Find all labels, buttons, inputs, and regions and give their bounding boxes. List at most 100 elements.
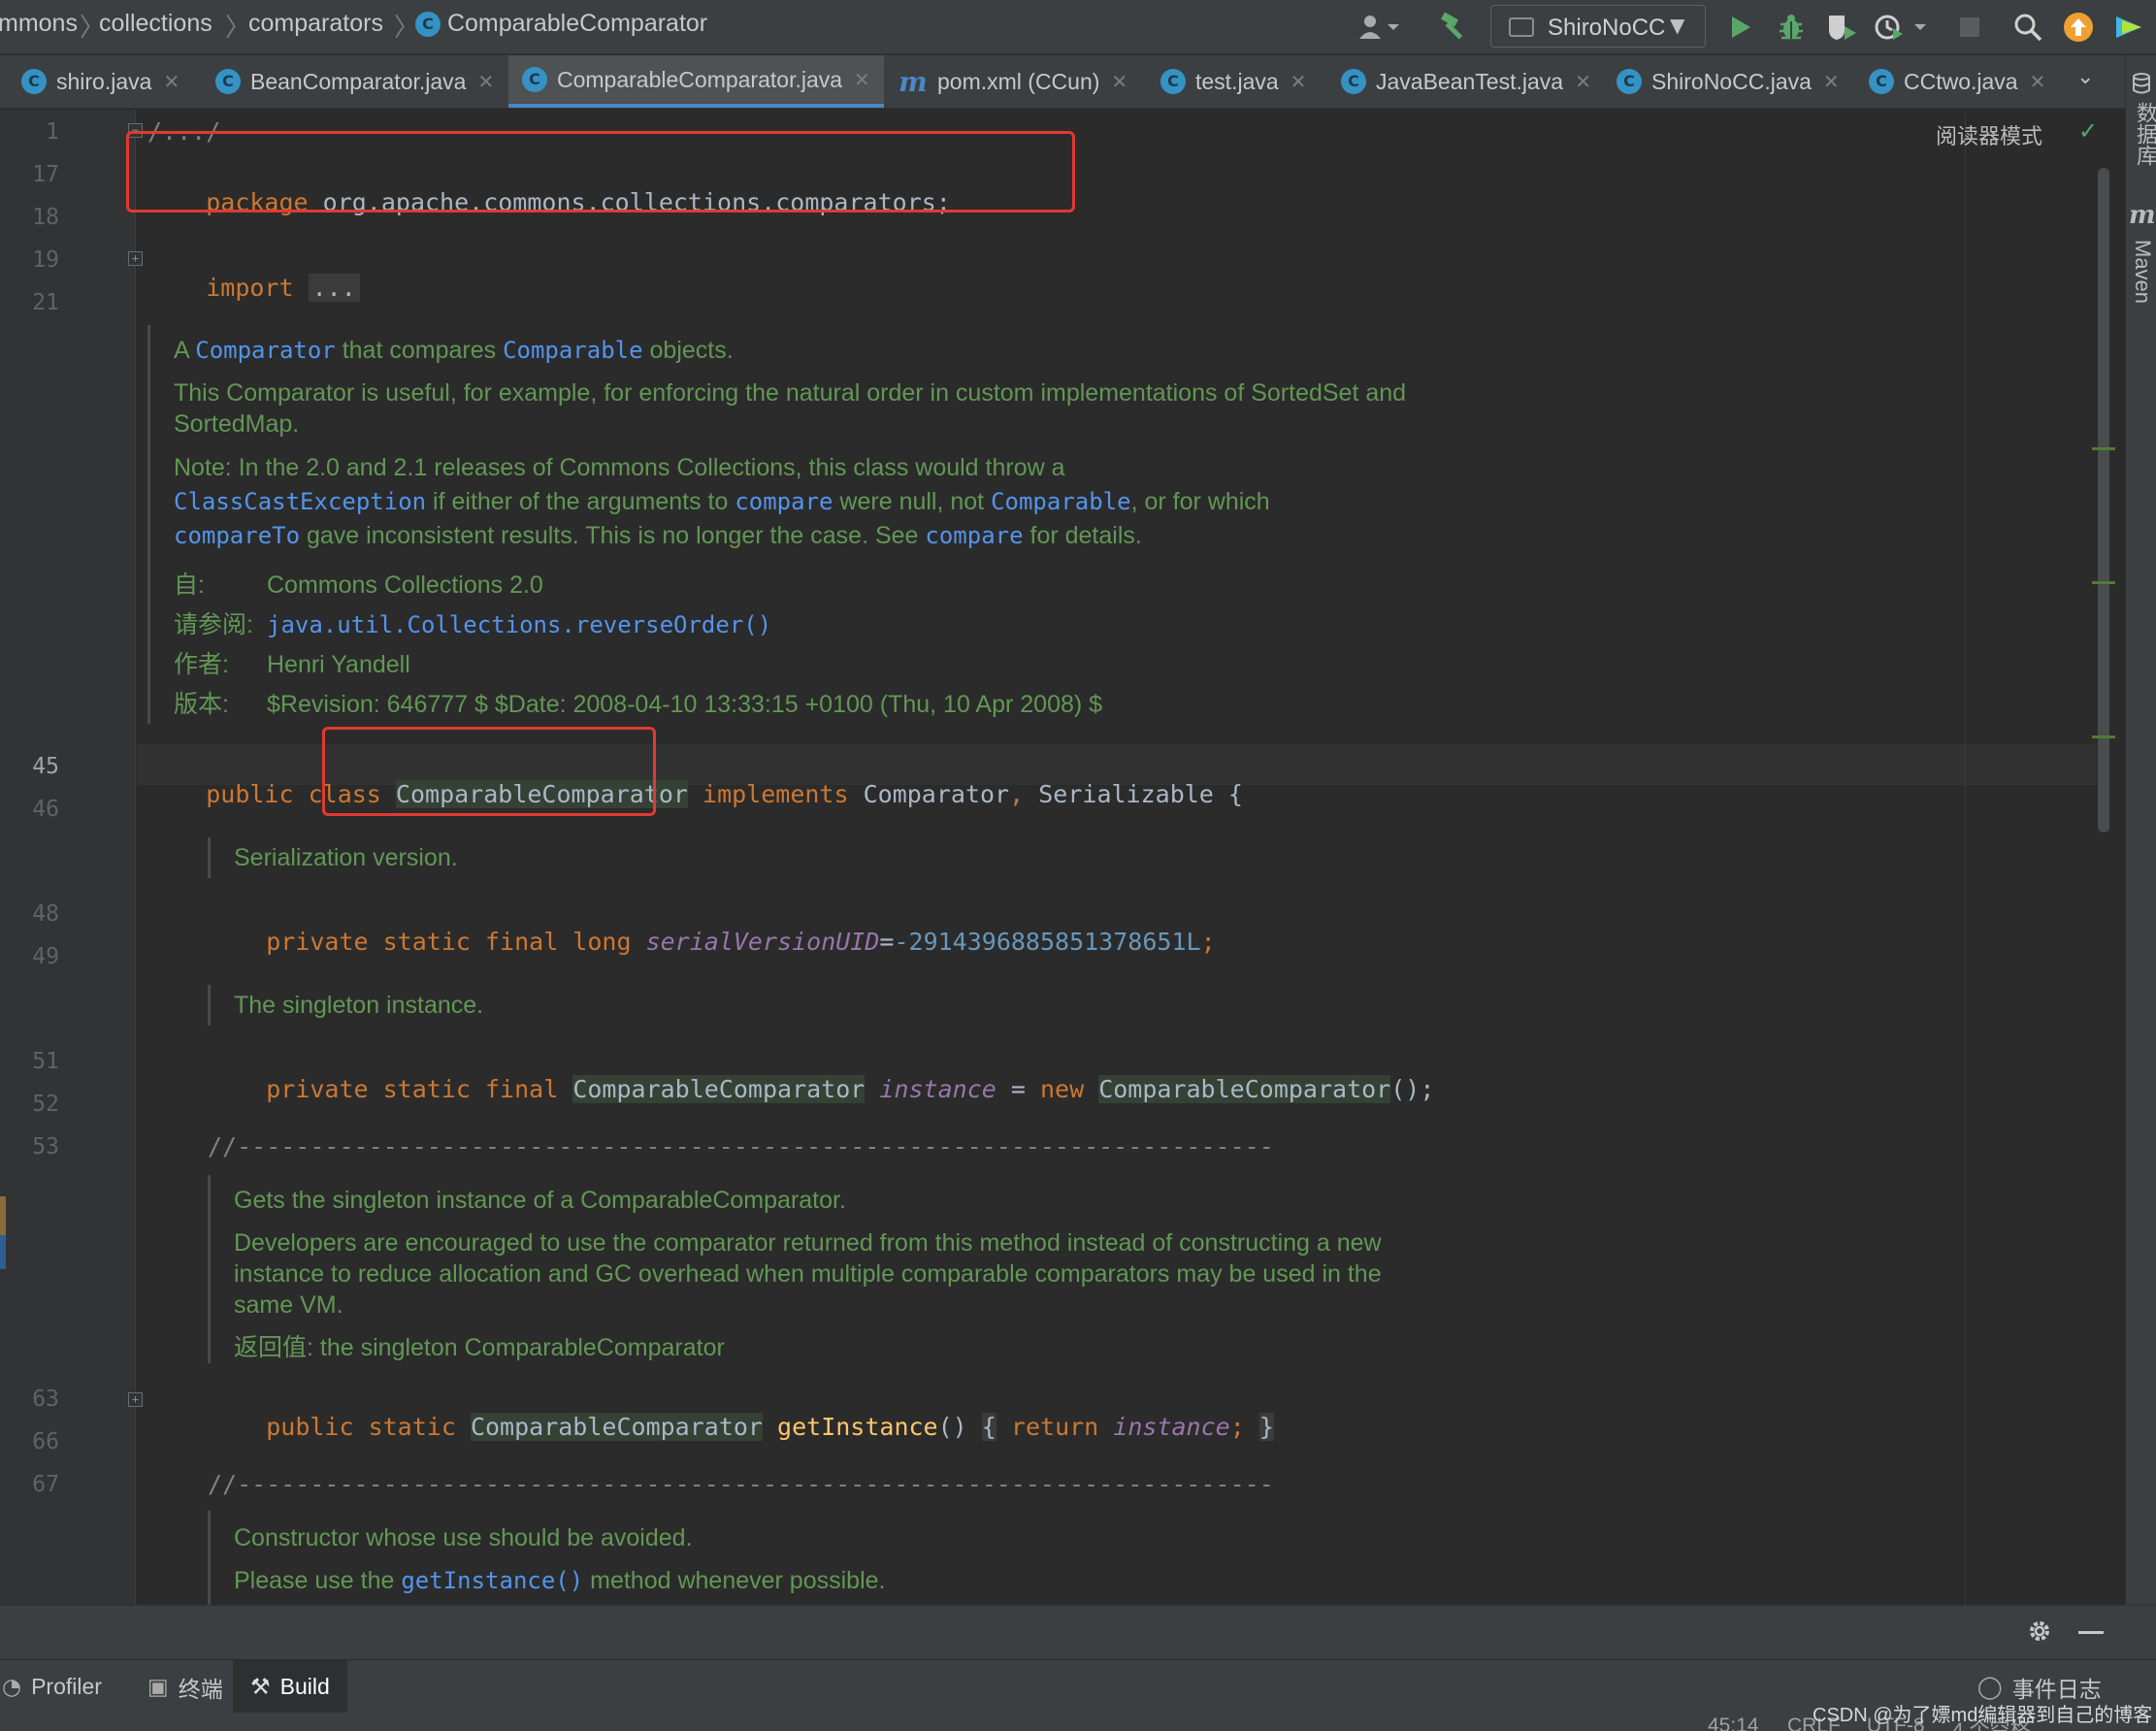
- database-tool-tab[interactable]: 数据库: [2130, 102, 2156, 166]
- type-name[interactable]: ComparableComparator: [572, 1075, 866, 1103]
- close-icon[interactable]: ✕: [477, 70, 494, 93]
- line-number: 17: [32, 162, 59, 187]
- folded-brace[interactable]: }: [1258, 1413, 1274, 1441]
- maven-icon: m: [2129, 201, 2156, 230]
- doc-text: if either of the arguments to: [426, 488, 735, 515]
- tab-pom-xml[interactable]: m pom.xml (CCun) ✕: [898, 55, 1127, 108]
- debug-icon[interactable]: [1772, 8, 1811, 47]
- interface-name[interactable]: Comparator: [864, 780, 1010, 808]
- reader-mode-toggle[interactable]: 阅读器模式: [1936, 119, 2042, 150]
- number-suffix: L: [1186, 928, 1201, 956]
- run-icon[interactable]: [1723, 8, 1758, 47]
- import-block-folded[interactable]: import ...: [147, 245, 360, 330]
- doc-text: gave inconsistent results. This is no lo…: [300, 522, 926, 549]
- hammer-icon[interactable]: [1432, 8, 1475, 47]
- tab-label: shiro.java: [56, 68, 152, 94]
- doc-link[interactable]: ClassCastException: [174, 488, 426, 515]
- close-icon[interactable]: ✕: [1290, 70, 1307, 93]
- marker-stripe[interactable]: [2092, 581, 2115, 584]
- doc-link[interactable]: compare: [735, 488, 833, 515]
- tab-label: test.java: [1195, 68, 1279, 94]
- search-icon[interactable]: [2009, 8, 2047, 47]
- tab-build[interactable]: ⚒ Build: [233, 1660, 347, 1714]
- punctuation: ;: [1229, 1413, 1245, 1441]
- close-icon[interactable]: ✕: [2030, 70, 2046, 93]
- stop-icon[interactable]: [1950, 8, 1989, 47]
- doc-tag-label: 版本:: [174, 690, 229, 718]
- tab-comparablecomparator-java[interactable]: C ComparableComparator.java ✕: [508, 55, 884, 108]
- terminal-icon: ▣: [147, 1674, 169, 1700]
- field-name[interactable]: instance: [879, 1075, 996, 1103]
- doc-link[interactable]: getInstance(): [401, 1567, 583, 1594]
- minimize-icon[interactable]: [2078, 1631, 2104, 1634]
- run-configuration-select[interactable]: ShiroNoCC ▼: [1490, 5, 1706, 48]
- doc-text: for details.: [1023, 522, 1142, 549]
- tab-terminal[interactable]: ▣ 终端: [136, 1660, 235, 1714]
- tab-test-java[interactable]: C test.java ✕: [1160, 55, 1306, 108]
- import-keyword: import: [206, 274, 294, 302]
- tab-beancomparator-java[interactable]: C BeanComparator.java ✕: [215, 55, 494, 108]
- close-icon[interactable]: ✕: [1823, 70, 1840, 93]
- gear-icon[interactable]: [2026, 1617, 2053, 1649]
- doc-link[interactable]: Comparable: [503, 337, 643, 364]
- doc-text: Note: In the 2.0 and 2.1 releases of Com…: [174, 454, 1065, 481]
- folded-imports[interactable]: ...: [308, 274, 360, 302]
- annotation-box-package: [126, 131, 1075, 212]
- tab-profiler[interactable]: ◔ Profiler: [0, 1660, 114, 1714]
- tab-shironocc-java[interactable]: C ShiroNoCC.java ✕: [1617, 55, 1840, 108]
- coverage-icon[interactable]: [1820, 8, 1863, 47]
- tab-cctwo-java[interactable]: C CCtwo.java ✕: [1869, 55, 2045, 108]
- marker-stripe[interactable]: [2092, 735, 2115, 738]
- punctuation: (): [937, 1413, 967, 1441]
- fold-toggle-icon[interactable]: +: [128, 1392, 143, 1407]
- class-icon: C: [21, 69, 47, 94]
- doc-link[interactable]: compare: [925, 522, 1023, 549]
- doc-paragraph: Developers are encouraged to use the com…: [234, 1229, 1382, 1319]
- caret-position[interactable]: 45:14: [1708, 1715, 1759, 1731]
- breadcrumb-item-current[interactable]: C ComparableComparator: [415, 10, 707, 38]
- doc-paragraph: Please use the getInstance() method when…: [234, 1565, 1372, 1596]
- class-icon: C: [522, 67, 547, 92]
- marker-stripe[interactable]: [2092, 447, 2115, 450]
- chevron-down-icon[interactable]: ⌄: [2076, 65, 2094, 89]
- doc-text: method whenever possible.: [583, 1567, 886, 1594]
- check-icon: ✓: [2078, 117, 2099, 145]
- method-name[interactable]: getInstance: [777, 1413, 938, 1441]
- profile-icon[interactable]: [1869, 8, 1937, 47]
- field-name[interactable]: instance: [1113, 1413, 1229, 1441]
- tab-shiro-java[interactable]: C shiro.java ✕: [21, 55, 180, 108]
- maven-icon: m: [898, 65, 928, 98]
- close-icon[interactable]: ✕: [854, 68, 870, 91]
- folded-brace[interactable]: {: [981, 1413, 996, 1441]
- vertical-scrollbar[interactable]: [2098, 168, 2109, 833]
- maven-tool-tab[interactable]: Maven: [2130, 240, 2155, 304]
- field-name[interactable]: serialVersionUID: [646, 928, 880, 956]
- jetbrains-icon[interactable]: [2109, 8, 2148, 47]
- constructor-call[interactable]: ComparableComparator: [1098, 1075, 1391, 1103]
- modifiers: public static: [266, 1413, 456, 1441]
- line-number: 1: [46, 119, 59, 145]
- fold-toggle-icon[interactable]: +: [128, 251, 143, 266]
- breadcrumb-item[interactable]: comparators: [248, 10, 383, 38]
- class-icon: C: [1341, 69, 1366, 94]
- doc-link[interactable]: java.util.Collections.reverseOrder(): [267, 609, 771, 640]
- breadcrumb-item[interactable]: collections: [99, 10, 212, 38]
- update-icon[interactable]: [2059, 8, 2098, 47]
- doc-link[interactable]: compareTo: [174, 522, 300, 549]
- breadcrumb-item[interactable]: mmons: [0, 10, 78, 38]
- tab-javabeantest-java[interactable]: C JavaBeanTest.java ✕: [1341, 55, 1591, 108]
- type-name[interactable]: ComparableComparator: [470, 1413, 763, 1441]
- separator-comment: //--------------------------------------…: [208, 1470, 1274, 1498]
- line-number-gutter[interactable]: 1 17 18 19 21 45 46 48 49 51 52 53 63 66…: [0, 110, 136, 1605]
- interface-name[interactable]: Serializable: [1038, 780, 1214, 808]
- doc-link[interactable]: Comparator: [195, 337, 336, 364]
- close-icon[interactable]: ✕: [1575, 70, 1591, 93]
- chevron-down-icon: ▼: [1670, 14, 1685, 37]
- line-number: 67: [32, 1472, 59, 1497]
- code-editor[interactable]: 1 17 18 19 21 45 46 48 49 51 52 53 63 66…: [0, 110, 2125, 1605]
- user-icon[interactable]: [1353, 8, 1407, 47]
- close-icon[interactable]: ✕: [163, 70, 180, 93]
- breadcrumb-separator: 〉: [225, 13, 251, 42]
- doc-link[interactable]: Comparable: [991, 488, 1131, 515]
- close-icon[interactable]: ✕: [1111, 70, 1127, 93]
